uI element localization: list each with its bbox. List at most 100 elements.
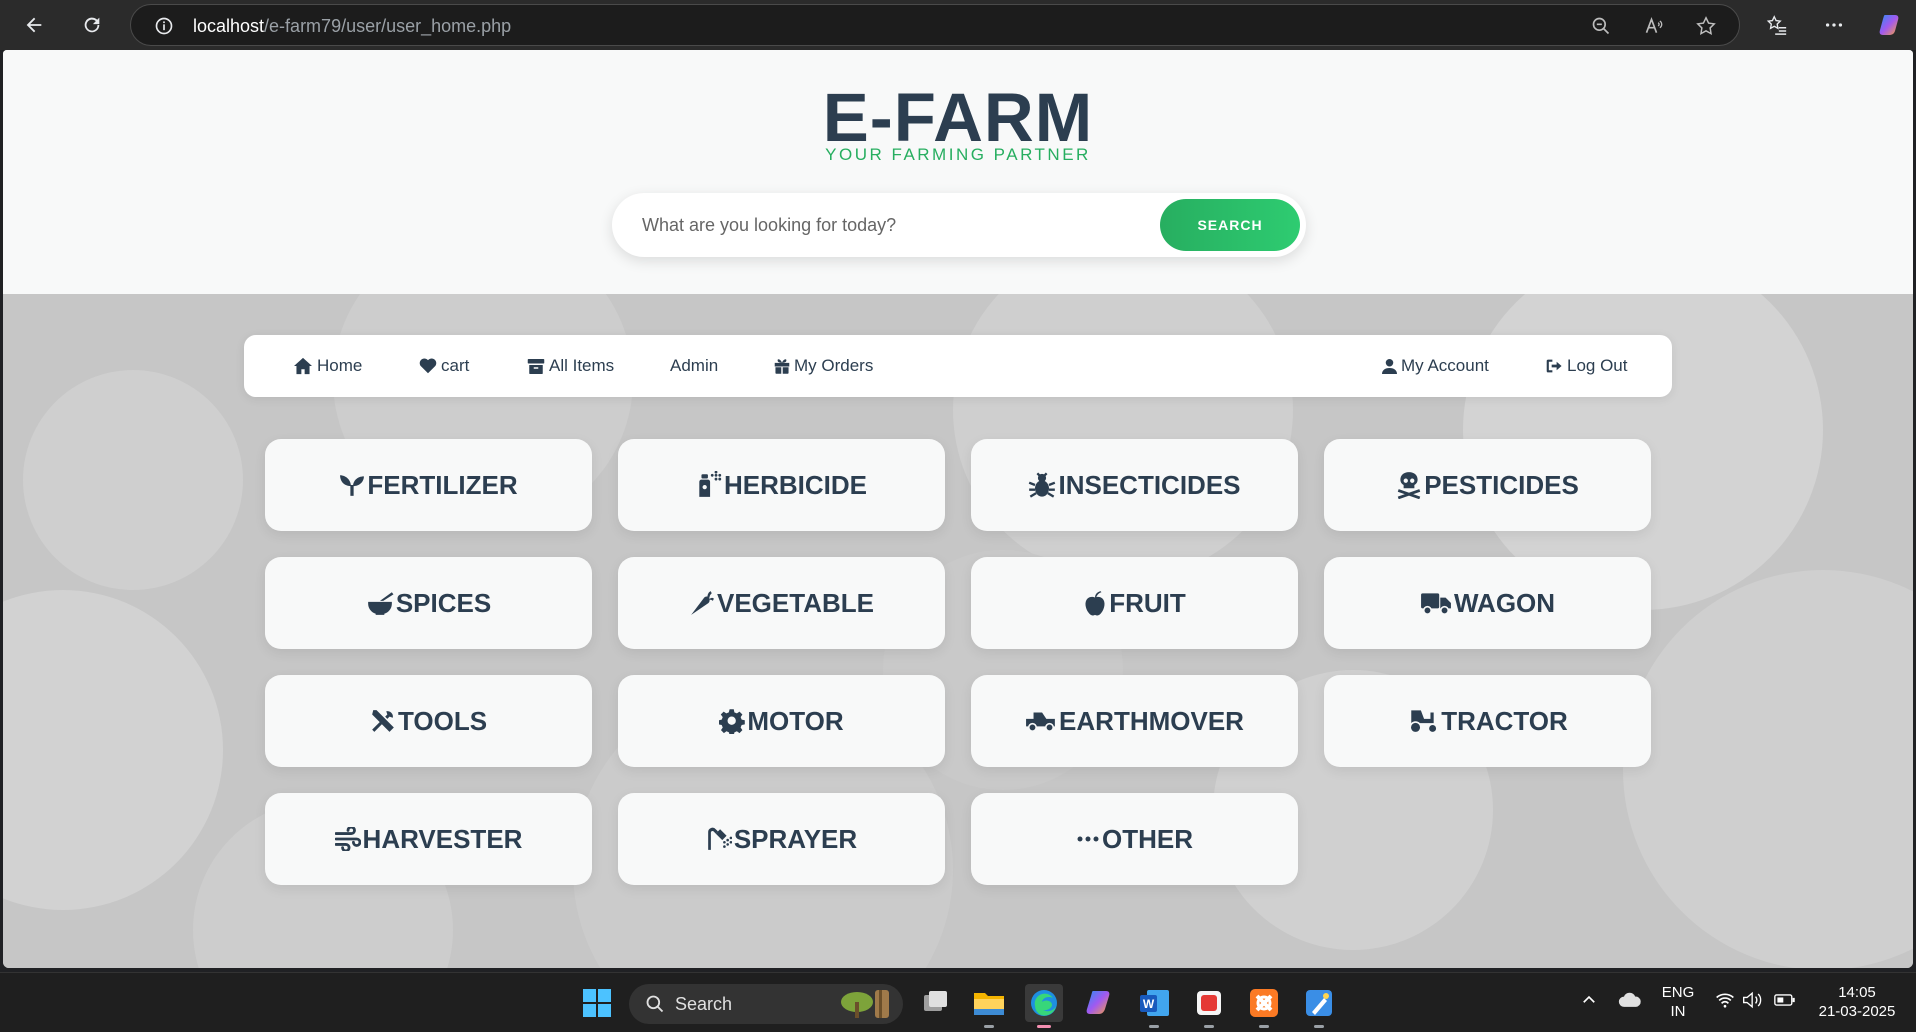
- url-host: localhost: [193, 16, 265, 36]
- category-label: EARTHMOVER: [1059, 705, 1244, 736]
- tractor-icon: [1409, 710, 1438, 734]
- search-input[interactable]: [642, 207, 1142, 243]
- truck-pickup-icon: [1026, 712, 1055, 732]
- windows-start-icon[interactable]: [578, 984, 616, 1022]
- category-label: SPRAYER: [733, 823, 858, 854]
- edge-icon[interactable]: [1025, 984, 1063, 1022]
- category-label: INSECTICIDES: [1058, 469, 1241, 500]
- category-tools[interactable]: TOOLS: [265, 675, 592, 767]
- copilot-app-icon[interactable]: [1080, 984, 1118, 1022]
- search-button[interactable]: SEARCH: [1160, 199, 1300, 251]
- wifi-icon[interactable]: [1715, 991, 1735, 1009]
- paint-indicator: [1314, 1025, 1324, 1028]
- nav-admin-label: Admin: [670, 356, 719, 375]
- tools-icon: [372, 710, 394, 732]
- nav-my-account[interactable]: My Account: [1382, 354, 1489, 378]
- favorite-star-icon[interactable]: [1689, 9, 1723, 43]
- category-wagon[interactable]: WAGON: [1324, 557, 1651, 649]
- zoom-out-icon[interactable]: [1584, 9, 1618, 43]
- nav-log-out-label: Log Out: [1567, 356, 1628, 375]
- nav-admin[interactable]: Admin: [670, 354, 718, 378]
- address-bar[interactable]: localhost/e-farm79/user/user_home.php: [130, 4, 1740, 46]
- clock-date: 21-03-2025: [1818, 1003, 1896, 1020]
- task-view-icon[interactable]: [916, 984, 954, 1022]
- battery-icon[interactable]: [1774, 992, 1796, 1008]
- nav-my-account-label: My Account: [1401, 356, 1489, 375]
- gear-icon: [719, 709, 746, 734]
- nav-cart-label: cart: [441, 356, 470, 375]
- language-line1: ENG: [1661, 984, 1695, 1001]
- svg-text:W: W: [1143, 997, 1155, 1011]
- search-highlight-image: [841, 990, 889, 1018]
- heart-icon: [419, 358, 437, 374]
- category-vegetable[interactable]: VEGETABLE: [618, 557, 945, 649]
- nav-all-items-label: All Items: [549, 356, 615, 375]
- favorites-list-icon[interactable]: [1759, 7, 1795, 43]
- file-explorer-icon[interactable]: [970, 984, 1008, 1022]
- apple-icon: [1085, 590, 1105, 615]
- site-header: E-FARM YOUR FARMING PARTNER SEARCH: [3, 50, 1913, 294]
- category-tractor[interactable]: TRACTOR: [1324, 675, 1651, 767]
- brand-tagline: YOUR FARMING PARTNER: [825, 145, 1091, 164]
- category-pesticides[interactable]: PESTICIDES: [1324, 439, 1651, 531]
- search-icon: [646, 995, 664, 1013]
- xampp-icon[interactable]: [1245, 984, 1283, 1022]
- clock[interactable]: 14:05 21-03-2025: [1810, 983, 1904, 1021]
- onedrive-cloud-icon[interactable]: [1618, 990, 1642, 1010]
- nav-my-orders[interactable]: My Orders: [774, 354, 873, 378]
- info-icon[interactable]: [147, 9, 181, 43]
- volume-icon[interactable]: [1742, 991, 1764, 1009]
- box-archive-icon: [527, 358, 545, 374]
- nav-log-out[interactable]: Log Out: [1546, 354, 1628, 378]
- back-arrow-icon[interactable]: [16, 7, 52, 43]
- show-hidden-icons-chevron-icon[interactable]: [1580, 991, 1598, 1009]
- category-motor[interactable]: MOTOR: [618, 675, 945, 767]
- category-fertilizer[interactable]: FERTILIZER: [265, 439, 592, 531]
- nav-home-label: Home: [317, 356, 363, 375]
- category-herbicide[interactable]: HERBICIDE: [618, 439, 945, 531]
- carrot-icon: [691, 591, 714, 615]
- category-fruit[interactable]: FRUIT: [971, 557, 1298, 649]
- taskbar: Search W ENG IN 14:05 21-03-2025: [0, 972, 1916, 1032]
- red-app-icon[interactable]: [1190, 984, 1228, 1022]
- category-label: PESTICIDES: [1424, 469, 1579, 500]
- edge-indicator: [1037, 1025, 1051, 1028]
- category-label: FERTILIZER: [367, 469, 518, 500]
- browser-toolbar: localhost/e-farm79/user/user_home.php: [0, 0, 1916, 50]
- taskbar-search[interactable]: Search: [629, 984, 903, 1024]
- gift-icon: [774, 358, 790, 374]
- category-label: FRUIT: [1109, 587, 1186, 618]
- nav-home[interactable]: Home: [293, 354, 362, 378]
- mortar-pestle-icon: [367, 592, 394, 615]
- category-spices[interactable]: SPICES: [265, 557, 592, 649]
- url-text: localhost/e-farm79/user/user_home.php: [193, 16, 511, 37]
- bug-icon: [1029, 472, 1056, 498]
- category-other[interactable]: OTHER: [971, 793, 1298, 885]
- category-label: HERBICIDE: [723, 469, 867, 500]
- refresh-icon[interactable]: [74, 7, 110, 43]
- category-label: OTHER: [1102, 823, 1193, 854]
- language-line2: IN: [1670, 1003, 1686, 1020]
- paint-icon[interactable]: [1300, 984, 1338, 1022]
- nav-bar: Home cart All Items Admin My Orders My A…: [244, 335, 1672, 397]
- search-box: SEARCH: [612, 193, 1306, 257]
- category-harvester[interactable]: HARVESTER: [265, 793, 592, 885]
- category-insecticides[interactable]: INSECTICIDES: [971, 439, 1298, 531]
- xampp-indicator: [1259, 1025, 1269, 1028]
- category-label: WAGON: [1453, 587, 1556, 618]
- nav-my-orders-label: My Orders: [794, 356, 874, 375]
- nav-cart[interactable]: cart: [419, 354, 469, 378]
- category-sprayer[interactable]: SPRAYER: [618, 793, 945, 885]
- category-earthmover[interactable]: EARTHMOVER: [971, 675, 1298, 767]
- seedling-icon: [340, 475, 365, 496]
- read-aloud-icon[interactable]: [1637, 9, 1671, 43]
- word-icon[interactable]: W: [1135, 984, 1173, 1022]
- copilot-icon[interactable]: [1873, 7, 1909, 43]
- nav-all-items[interactable]: All Items: [527, 354, 614, 378]
- more-icon[interactable]: [1816, 7, 1852, 43]
- language-indicator[interactable]: ENG IN: [1660, 983, 1696, 1021]
- file-explorer-indicator: [984, 1025, 994, 1028]
- home-icon: [294, 357, 312, 375]
- category-label: TOOLS: [397, 705, 488, 736]
- red-app-indicator: [1204, 1025, 1214, 1028]
